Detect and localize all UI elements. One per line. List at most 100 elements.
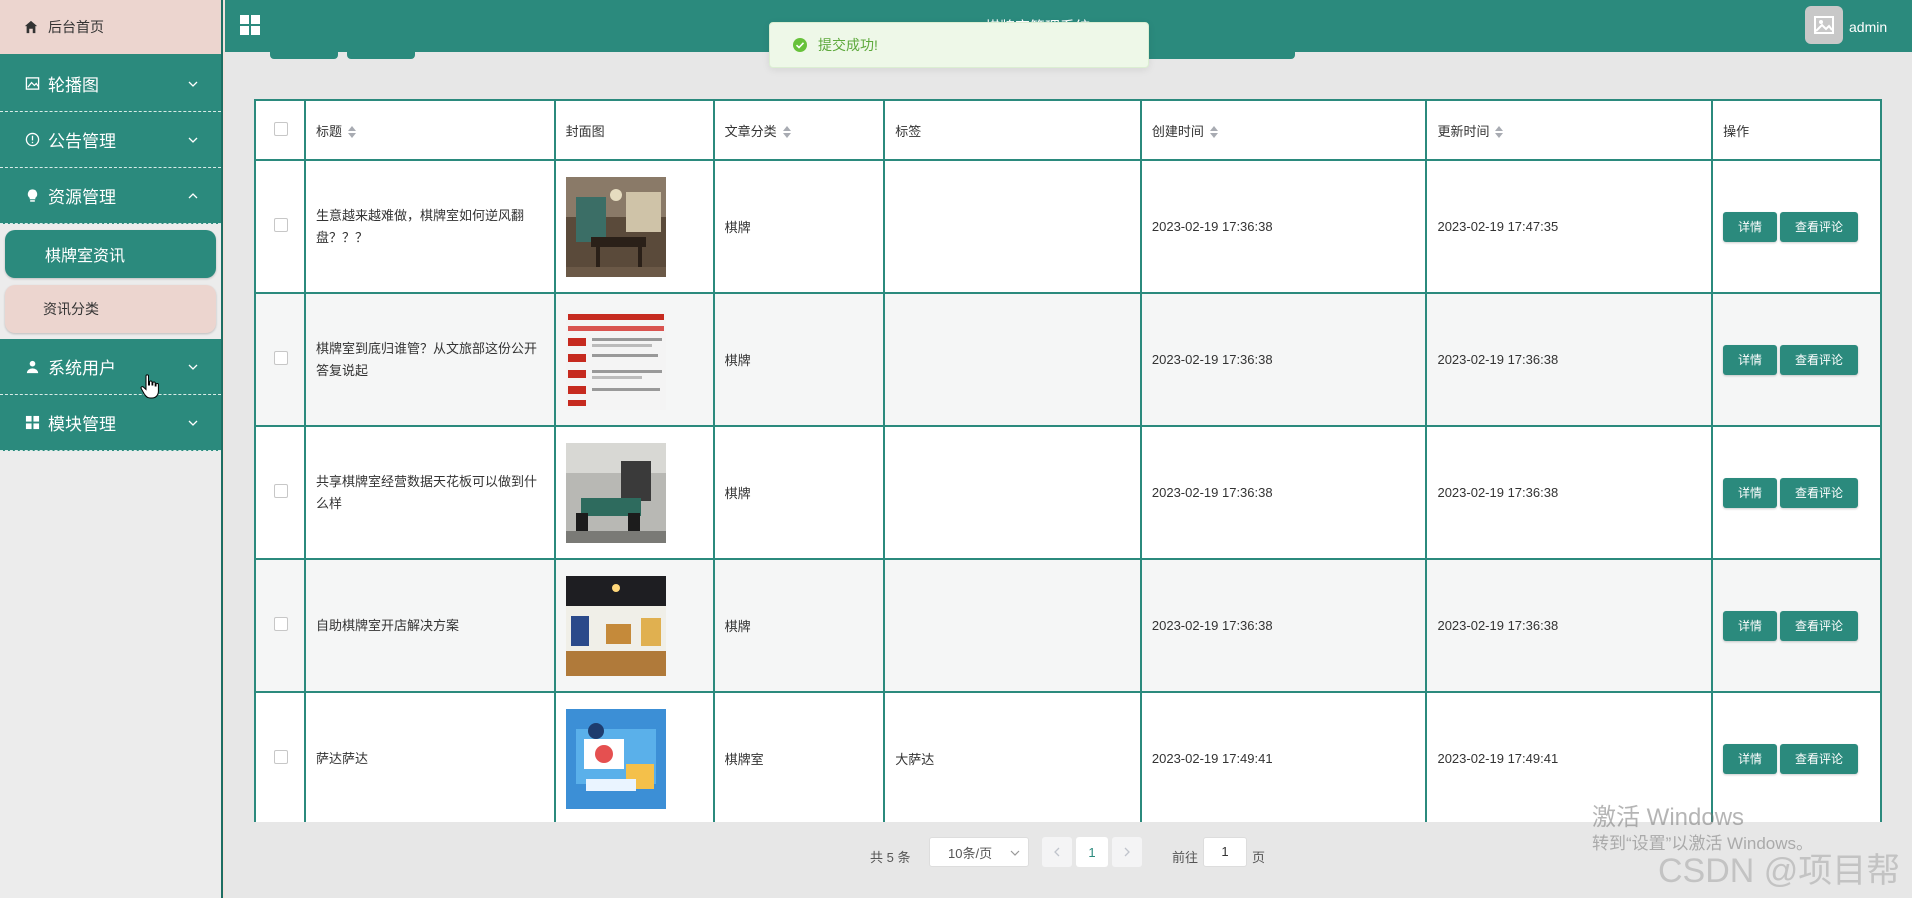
chevron-right-icon <box>1124 847 1130 857</box>
sort-icon[interactable] <box>1209 126 1218 139</box>
detail-button[interactable]: 详情 <box>1723 211 1778 242</box>
row-tags <box>883 292 1142 427</box>
row-updated: 2023-02-19 17:36:38 <box>1425 425 1714 560</box>
info-circle-icon <box>24 132 40 148</box>
sidebar-item-label: 资源管理 <box>48 188 116 207</box>
prev-page-button[interactable] <box>1042 837 1072 867</box>
toolbar-button-3[interactable] <box>1145 52 1295 59</box>
row-updated: 2023-02-19 17:47:35 <box>1425 159 1714 294</box>
column-category[interactable]: 文章分类 <box>712 99 886 161</box>
chevron-down-icon <box>188 364 198 370</box>
bulb-icon <box>24 188 40 204</box>
table-row: 棋牌室到底归谁管？从文旅部这份公开答复说起 棋牌 2023-02-19 17:3… <box>254 292 1882 427</box>
username[interactable]: admin <box>1849 19 1887 35</box>
row-select-cell <box>254 558 306 693</box>
row-checkbox[interactable] <box>274 218 288 232</box>
sidebar-item-modules[interactable]: 模块管理 <box>0 395 221 451</box>
row-checkbox[interactable] <box>274 750 288 764</box>
detail-button[interactable]: 详情 <box>1723 743 1778 774</box>
chevron-down-icon <box>1010 850 1020 856</box>
column-title-label: 标题 <box>315 123 342 139</box>
page-size-value: 10条/页 <box>948 845 993 861</box>
row-tags <box>883 558 1142 693</box>
select-all-checkbox[interactable] <box>274 121 288 136</box>
chevron-left-icon <box>1054 847 1060 857</box>
chevron-down-icon <box>188 137 198 143</box>
sidebar-home-link[interactable]: 后台首页 <box>0 0 221 56</box>
column-title[interactable]: 标题 <box>303 99 556 161</box>
cover-thumbnail[interactable] <box>565 176 666 277</box>
detail-button[interactable]: 详情 <box>1723 344 1778 375</box>
row-cover <box>553 691 715 826</box>
sidebar-item-resources[interactable]: 资源管理 <box>0 168 221 224</box>
row-checkbox[interactable] <box>274 351 288 365</box>
sidebar-item-label: 系统用户 <box>48 359 116 378</box>
row-created: 2023-02-19 17:36:38 <box>1139 292 1428 427</box>
row-checkbox[interactable] <box>274 617 288 631</box>
detail-button[interactable]: 详情 <box>1723 610 1778 641</box>
row-tags <box>883 159 1142 294</box>
chevron-down-icon <box>188 81 198 87</box>
sort-icon[interactable] <box>782 126 791 139</box>
column-actions: 操作 <box>1711 99 1882 161</box>
page-number[interactable]: 1 <box>1076 837 1108 867</box>
row-actions: 详情 查看评论 <box>1711 558 1882 693</box>
home-icon <box>24 20 38 34</box>
image-placeholder-icon <box>1814 16 1834 34</box>
row-title: 共享棋牌室经营数据天花板可以做到什么样 <box>303 425 556 560</box>
sidebar-item-users[interactable]: 系统用户 <box>0 339 221 395</box>
view-comments-button[interactable]: 查看评论 <box>1780 211 1859 242</box>
view-comments-button[interactable]: 查看评论 <box>1780 477 1859 508</box>
csdn-watermark: CSDN @项目帮 <box>1658 852 1901 890</box>
avatar[interactable] <box>1805 6 1843 44</box>
sort-icon[interactable] <box>347 126 356 139</box>
toolbar-button-1[interactable] <box>270 52 338 59</box>
row-cover <box>553 159 715 294</box>
row-title: 生意越来越难做，棋牌室如何逆风翻盘？？？ <box>303 159 556 294</box>
column-cover: 封面图 <box>553 99 715 161</box>
row-created: 2023-02-19 17:36:38 <box>1139 425 1428 560</box>
row-select-cell <box>254 425 306 560</box>
row-checkbox[interactable] <box>274 484 288 498</box>
view-comments-button[interactable]: 查看评论 <box>1780 610 1859 641</box>
column-updated[interactable]: 更新时间 <box>1425 99 1714 161</box>
table-row: 共享棋牌室经营数据天花板可以做到什么样 棋牌 2023-02-19 17:36:… <box>254 425 1882 560</box>
sort-icon[interactable] <box>1495 126 1504 139</box>
row-category: 棋牌 <box>712 425 886 560</box>
goto-page-input[interactable]: 1 <box>1203 837 1247 867</box>
sidebar-item-announcements[interactable]: 公告管理 <box>0 112 221 168</box>
toolbar-button-2[interactable] <box>347 52 415 59</box>
chevron-down-icon <box>188 420 198 426</box>
page-size-select[interactable]: 10条/页 <box>929 837 1029 867</box>
submenu-item-news-category[interactable]: 资讯分类 <box>5 285 216 333</box>
cover-thumbnail[interactable] <box>565 575 666 676</box>
row-cover <box>553 558 715 693</box>
submenu: 棋牌室资讯 资讯分类 <box>0 224 221 339</box>
row-category: 棋牌室 <box>712 691 886 826</box>
cover-thumbnail[interactable] <box>565 309 666 410</box>
sidebar-item-label: 公告管理 <box>48 132 116 151</box>
detail-button[interactable]: 详情 <box>1723 477 1778 508</box>
sidebar-item-carousel[interactable]: 轮播图 <box>0 56 221 112</box>
table-row: 生意越来越难做，棋牌室如何逆风翻盘？？？ 棋牌 2023-02-19 17:36… <box>254 159 1882 294</box>
column-created-label: 创建时间 <box>1151 123 1204 139</box>
submenu-item-news[interactable]: 棋牌室资讯 <box>5 230 216 278</box>
cover-thumbnail[interactable] <box>565 708 666 809</box>
cover-thumbnail[interactable] <box>565 442 666 543</box>
check-circle-icon <box>793 38 807 52</box>
menu-grid-icon[interactable] <box>239 14 261 36</box>
pagination-total: 共 5 条 <box>870 850 911 865</box>
view-comments-button[interactable]: 查看评论 <box>1780 743 1859 774</box>
sidebar: 后台首页 轮播图 公告管理 资源管理 棋牌室资讯 资讯分类 系统用户 模块管理 <box>0 0 223 898</box>
view-comments-button[interactable]: 查看评论 <box>1780 344 1859 375</box>
row-tags: 大萨达 <box>883 691 1142 826</box>
column-created[interactable]: 创建时间 <box>1139 99 1428 161</box>
row-category: 棋牌 <box>712 292 886 427</box>
windows-activation-watermark: 激活 Windows <box>1592 804 1745 831</box>
sidebar-item-label: 模块管理 <box>48 415 116 434</box>
row-category: 棋牌 <box>712 558 886 693</box>
row-cover <box>553 425 715 560</box>
next-page-button[interactable] <box>1112 837 1142 867</box>
column-updated-label: 更新时间 <box>1437 123 1490 139</box>
row-actions: 详情 查看评论 <box>1711 159 1882 294</box>
